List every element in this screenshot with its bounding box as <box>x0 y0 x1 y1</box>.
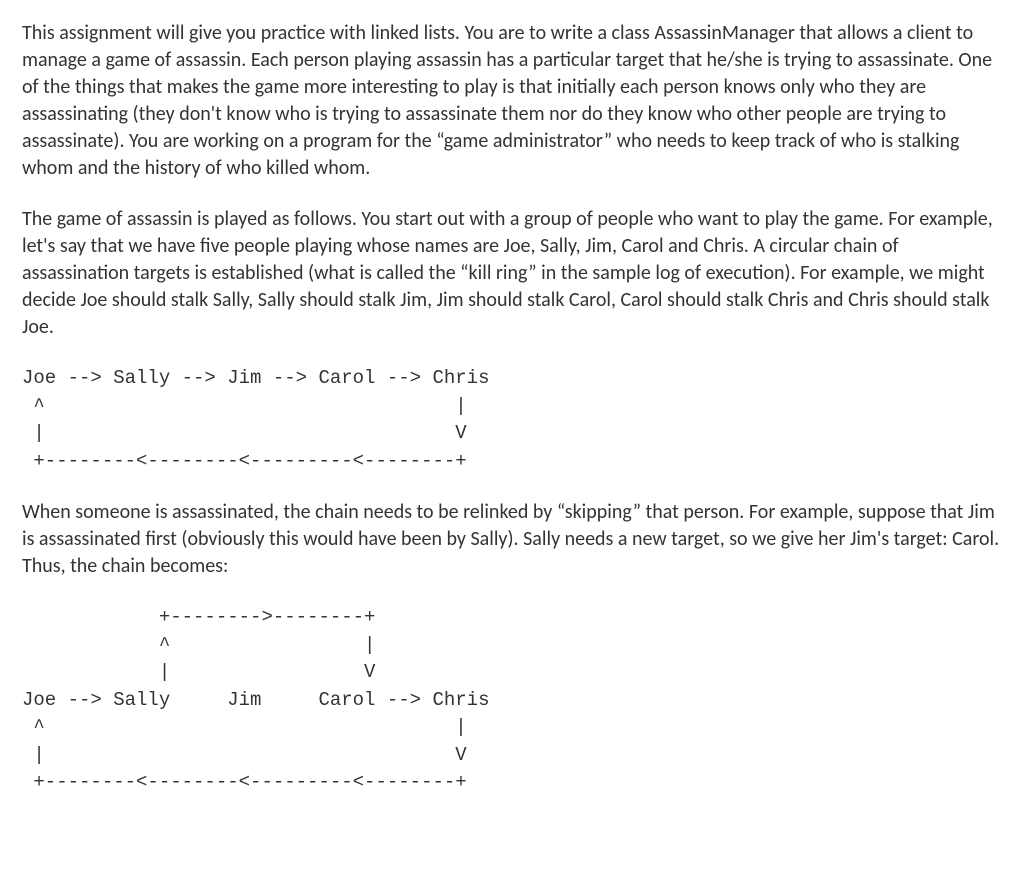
kill-ring-diagram-after: +-------->--------+ ^ | | V Joe --> Sall… <box>22 604 1009 797</box>
relink-paragraph: When someone is assassinated, the chain … <box>22 499 1009 580</box>
kill-ring-diagram-initial: Joe --> Sally --> Jim --> Carol --> Chri… <box>22 365 1009 475</box>
intro-paragraph: This assignment will give you practice w… <box>22 20 1009 182</box>
gameplay-paragraph: The game of assassin is played as follow… <box>22 206 1009 341</box>
